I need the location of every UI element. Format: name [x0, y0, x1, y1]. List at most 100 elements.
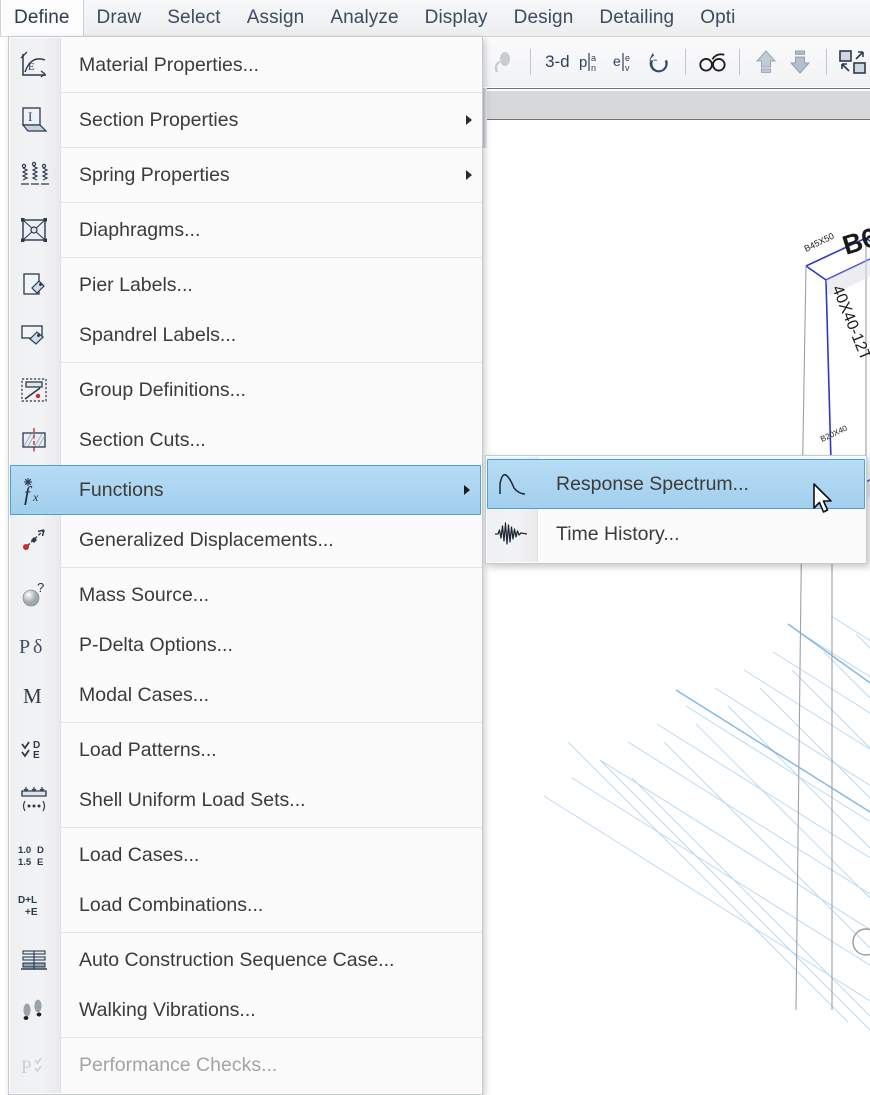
menu-design[interactable]: Design — [501, 0, 587, 36]
menu-separator — [60, 1037, 482, 1038]
menu-item-section-cuts[interactable]: Section Cuts... — [9, 415, 482, 465]
menu-item-group-definitions[interactable]: Group Definitions... — [9, 365, 482, 415]
svg-text:n: n — [591, 63, 596, 73]
menu-draw[interactable]: Draw — [84, 0, 155, 36]
menu-item-label: Shell Uniform Load Sets... — [79, 788, 306, 811]
glasses-icon[interactable] — [697, 45, 728, 79]
submenu-item-response-spectrum[interactable]: Response Spectrum... — [487, 459, 865, 509]
plan-view-icon[interactable]: p a n — [576, 45, 606, 79]
footsteps-icon — [9, 985, 59, 1035]
svg-text:B6: B6 — [839, 222, 870, 261]
svg-text:D+L: D+L — [18, 895, 37, 906]
svg-text:e: e — [625, 53, 630, 63]
shell-uniform-load-icon — [9, 775, 59, 825]
toolbar-divider — [530, 49, 532, 75]
diaphragm-icon — [9, 205, 59, 255]
mass-sphere-icon: ? — [9, 570, 59, 620]
menu-item-diaphragms[interactable]: Diaphragms... — [9, 205, 482, 255]
svg-text:+E: +E — [25, 907, 38, 918]
toolbar-divider-3 — [739, 49, 741, 75]
menu-analyze[interactable]: Analyze — [317, 0, 411, 36]
toolbar-gray-band — [482, 88, 870, 120]
menu-options[interactable]: Opti — [687, 0, 748, 36]
response-spectrum-curve-icon — [488, 459, 536, 509]
menu-item-load-cases[interactable]: 1.0 D 1.5 E Load Cases... — [9, 830, 482, 880]
menu-item-p-delta-options[interactable]: P δ P-Delta Options... — [9, 620, 482, 670]
menu-item-label: Modal Cases... — [79, 683, 210, 706]
menu-item-functions[interactable]: f x Functions — [10, 465, 481, 515]
menu-define[interactable]: Define — [0, 0, 84, 36]
menu-item-label: Section Properties — [79, 108, 239, 131]
menu-item-label: Performance Checks... — [79, 1053, 278, 1076]
menu-item-material-properties[interactable]: E Material Properties... — [9, 40, 482, 90]
svg-text:M: M — [23, 684, 42, 708]
material-curve-icon: E — [9, 40, 59, 90]
menu-detailing[interactable]: Detailing — [586, 0, 687, 36]
menu-item-label: Diaphragms... — [79, 218, 201, 241]
menu-item-load-patterns[interactable]: D E Load Patterns... — [9, 725, 482, 775]
generalized-disp-icon — [9, 515, 59, 565]
menu-item-label: Material Properties... — [79, 53, 259, 76]
pan-icon[interactable] — [489, 45, 519, 79]
menu-separator — [60, 362, 482, 363]
group-definition-icon — [9, 365, 59, 415]
3d-view-icon[interactable]: 3-d — [542, 45, 572, 79]
menu-separator — [60, 147, 482, 148]
svg-text:E: E — [33, 750, 40, 761]
svg-text:B20X40: B20X40 — [819, 423, 849, 443]
rotate-icon[interactable] — [644, 45, 674, 79]
svg-text:δ: δ — [33, 636, 42, 658]
menu-item-generalized-displacements[interactable]: Generalized Displacements... — [9, 515, 482, 565]
menu-item-label: Group Definitions... — [79, 378, 246, 401]
svg-text:x: x — [32, 490, 39, 504]
i-section-icon: I — [9, 95, 59, 145]
menu-item-modal-cases[interactable]: M Modal Cases... — [9, 670, 482, 720]
springs-icon — [9, 150, 59, 200]
menu-separator — [60, 92, 482, 93]
menu-item-label: Load Patterns... — [79, 738, 217, 761]
menu-item-label: Auto Construction Sequence Case... — [79, 948, 395, 971]
svg-text:1.0: 1.0 — [18, 845, 31, 856]
construction-sequence-icon — [9, 935, 59, 985]
menu-item-pier-labels[interactable]: Pier Labels... — [9, 260, 482, 310]
zoom-window-icon[interactable] — [838, 45, 868, 79]
menu-item-label: Mass Source... — [79, 583, 210, 606]
time-history-wave-icon — [486, 509, 536, 559]
menu-item-shell-uniform-load-sets[interactable]: Shell Uniform Load Sets... — [9, 775, 482, 825]
menu-item-auto-construction-sequence-case[interactable]: Auto Construction Sequence Case... — [9, 935, 482, 985]
svg-text:40X40-12T: 40X40-12T — [828, 283, 870, 363]
svg-text:E: E — [37, 857, 43, 868]
menu-assign[interactable]: Assign — [234, 0, 318, 36]
svg-text:p: p — [579, 54, 587, 71]
menu-item-label: Pier Labels... — [79, 273, 193, 296]
modal-m-icon: M — [9, 670, 59, 720]
performance-check-icon: P — [9, 1040, 59, 1090]
chevron-right-icon — [456, 114, 482, 126]
submenu-item-label: Response Spectrum... — [556, 472, 749, 495]
chevron-right-icon — [454, 484, 480, 496]
svg-text:?: ? — [37, 580, 44, 595]
svg-text:a: a — [591, 53, 596, 63]
load-cases-icon: 1.0 D 1.5 E — [9, 830, 59, 880]
menu-item-performance-checks: P Performance Checks... — [9, 1040, 482, 1090]
menu-separator — [60, 257, 482, 258]
submenu-item-time-history[interactable]: Time History... — [486, 509, 866, 559]
menu-item-walking-vibrations[interactable]: Walking Vibrations... — [9, 985, 482, 1035]
menu-select[interactable]: Select — [154, 0, 233, 36]
up-arrow-icon[interactable] — [751, 45, 781, 79]
menu-display[interactable]: Display — [412, 0, 501, 36]
menu-separator — [60, 827, 482, 828]
load-patterns-icon: D E — [9, 725, 59, 775]
menu-item-label: Generalized Displacements... — [79, 528, 334, 551]
menu-item-mass-source[interactable]: ? Mass Source... — [9, 570, 482, 620]
menu-item-spandrel-labels[interactable]: Spandrel Labels... — [9, 310, 482, 360]
down-arrow-icon[interactable] — [785, 45, 815, 79]
menu-item-section-properties[interactable]: I Section Properties — [9, 95, 482, 145]
svg-text:P: P — [21, 1057, 32, 1078]
menu-separator — [60, 202, 482, 203]
menu-item-spring-properties[interactable]: Spring Properties — [9, 150, 482, 200]
menu-item-label: Walking Vibrations... — [79, 998, 256, 1021]
elevation-view-icon[interactable]: e e v — [610, 45, 640, 79]
functions-submenu: Response Spectrum... Time History... — [485, 455, 867, 564]
menu-item-load-combinations[interactable]: D+L +E Load Combinations... — [9, 880, 482, 930]
